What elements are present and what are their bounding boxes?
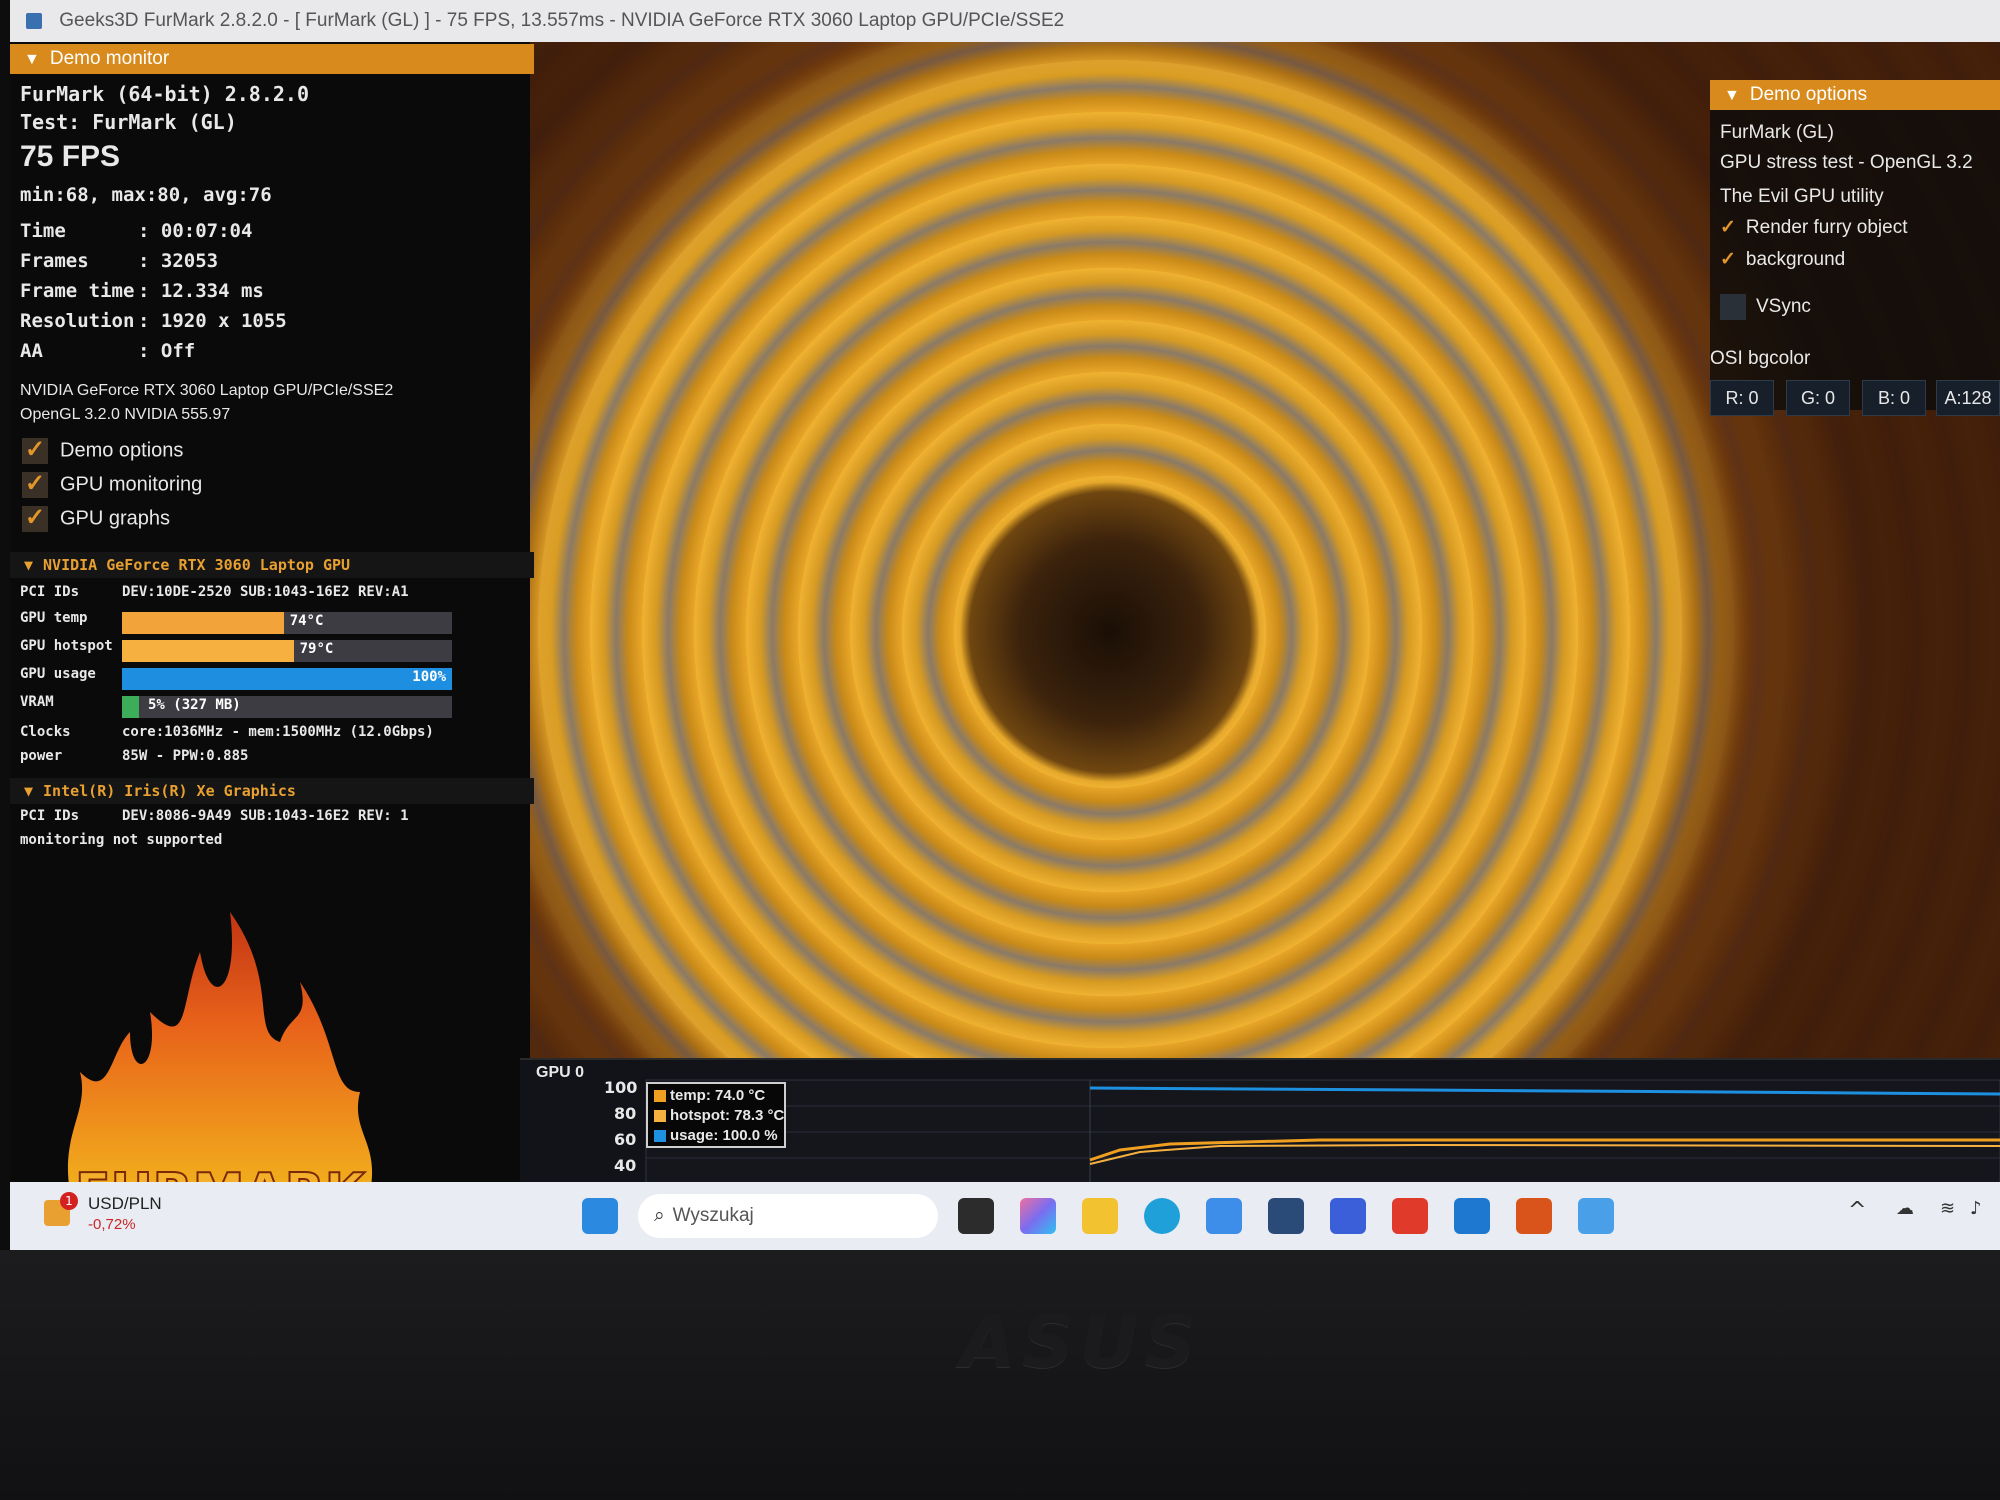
demo-tagline: The Evil GPU utility bbox=[1720, 186, 1884, 207]
collapse-triangle-icon[interactable]: ▼ bbox=[24, 45, 40, 75]
osi-green-field[interactable]: G: 0 bbox=[1786, 380, 1850, 416]
demo-name: FurMark (GL) bbox=[1720, 122, 1834, 143]
checkbox-checked-icon: ✓ bbox=[1720, 217, 1736, 238]
checkbox-checked-icon bbox=[22, 503, 48, 532]
volume-icon[interactable]: ♪ bbox=[1970, 1198, 1994, 1234]
file-explorer-icon[interactable] bbox=[1082, 1198, 1118, 1234]
temp-swatch bbox=[654, 1090, 666, 1103]
furmark-logo: FURMARK bbox=[67, 912, 373, 1222]
windows-start-icon[interactable] bbox=[582, 1198, 618, 1234]
app-cube-icon[interactable] bbox=[1268, 1198, 1304, 1234]
widget-badge: 1 bbox=[60, 1192, 78, 1210]
asus-brand-logo: ASUS bbox=[960, 1300, 1202, 1384]
windows-taskbar: 1 USD/PLN -0,72% ⌕ Wyszukaj ^ ☁ ≋ ♪ bbox=[10, 1182, 2000, 1250]
fps-stats: min:68, max:80, avg:76 bbox=[20, 184, 272, 206]
demo-description: GPU stress test - OpenGL 3.2 bbox=[1720, 152, 1973, 173]
gpu-temp-bar-fill bbox=[122, 612, 284, 634]
checkbox-checked-icon bbox=[22, 435, 48, 464]
gpu-usage-value: 100% bbox=[412, 669, 446, 685]
vram-value: 5% (327 MB) bbox=[148, 697, 241, 713]
store-icon[interactable] bbox=[1206, 1198, 1242, 1234]
gpu-hotspot-label: GPU hotspot bbox=[20, 638, 113, 654]
usage-swatch bbox=[654, 1130, 666, 1143]
demo-monitor-panel: ▼ Demo monitor FurMark (64-bit) 2.8.2.0 T… bbox=[10, 42, 534, 1222]
checkbox-checked-icon bbox=[22, 469, 48, 498]
intel-pci-row: PCI IDs DEV:8086-9A49 SUB:1043-16E2 REV: … bbox=[20, 808, 409, 824]
background-checkbox[interactable]: ✓ background bbox=[1720, 248, 1845, 271]
currency-widget[interactable]: 1 USD/PLN -0,72% bbox=[44, 1190, 244, 1242]
legend-hotspot: hotspot: 78.3 °C bbox=[654, 1106, 784, 1126]
gpu-usage-bar-fill bbox=[122, 668, 452, 690]
vsync-checkbox[interactable]: VSync bbox=[1720, 294, 1811, 320]
furmark-taskbar-icon[interactable] bbox=[1516, 1198, 1552, 1234]
widget-title: USD/PLN bbox=[88, 1194, 162, 1213]
legend-temp: temp: 74.0 °C bbox=[654, 1086, 778, 1106]
gpu-usage-label: GPU usage bbox=[20, 666, 96, 682]
checkbox-checked-icon: ✓ bbox=[1720, 249, 1736, 270]
active-window-icon[interactable] bbox=[1578, 1198, 1614, 1234]
gpu-hotspot-bar: 79°C bbox=[122, 640, 452, 662]
onedrive-icon[interactable]: ☁ bbox=[1896, 1198, 1920, 1234]
renderer-name: NVIDIA GeForce RTX 3060 Laptop GPU/PCIe/… bbox=[20, 382, 394, 399]
stat-frame-time: Frame time: 12.334 ms bbox=[20, 280, 264, 302]
window-title: Geeks3D FurMark 2.8.2.0 - [ FurMark (GL)… bbox=[59, 10, 1065, 31]
gpu-temp-bar: 74°C bbox=[122, 612, 452, 634]
graph-legend: temp: 74.0 °C hotspot: 78.3 °C usage: 10… bbox=[646, 1082, 786, 1148]
vram-bar: 5% (327 MB) bbox=[122, 696, 452, 718]
test-name: Test: FurMark (GL) bbox=[20, 110, 237, 134]
gpu-usage-bar: 100% bbox=[122, 668, 452, 690]
wifi-icon[interactable]: ≋ bbox=[1940, 1198, 1964, 1234]
chevron-up-icon[interactable]: ^ bbox=[1848, 1198, 1868, 1234]
stat-resolution: Resolution: 1920 x 1055 bbox=[20, 310, 287, 332]
demo-options-panel: ▼ Demo options FurMark (GL) GPU stress te… bbox=[1710, 80, 2000, 410]
app-chart-icon[interactable] bbox=[1330, 1198, 1366, 1234]
hotspot-swatch bbox=[654, 1110, 666, 1123]
collapse-triangle-icon: ▼ bbox=[24, 782, 34, 800]
collapse-triangle-icon[interactable]: ▼ bbox=[1724, 81, 1740, 111]
furmark-app-icon bbox=[26, 12, 42, 29]
legend-usage: usage: 100.0 % bbox=[654, 1126, 778, 1146]
nvidia-pci-row: PCI IDs DEV:10DE-2520 SUB:1043-16E2 REV:A… bbox=[20, 584, 409, 600]
taskbar-search-box[interactable]: ⌕ Wyszukaj bbox=[638, 1194, 938, 1238]
render-furry-checkbox[interactable]: ✓ Render furry object bbox=[1720, 216, 1908, 239]
collapse-triangle-icon: ▼ bbox=[24, 556, 34, 574]
osi-bgcolor-label: OSI bgcolor bbox=[1710, 348, 1811, 369]
vram-bar-fill bbox=[122, 696, 139, 718]
opengl-version: OpenGL 3.2.0 NVIDIA 555.97 bbox=[20, 406, 231, 423]
screen: Geeks3D FurMark 2.8.2.0 - [ FurMark (GL)… bbox=[10, 0, 2000, 1250]
gpu-hotspot-bar-fill bbox=[122, 640, 294, 662]
nvidia-gpu-header[interactable]: ▼ NVIDIA GeForce RTX 3060 Laptop GPU bbox=[10, 552, 534, 578]
vram-label: VRAM bbox=[20, 694, 54, 710]
mcafee-icon[interactable] bbox=[1392, 1198, 1428, 1234]
stat-time: Time: 00:07:04 bbox=[20, 220, 253, 242]
power-row: power 85W - PPW:0.885 bbox=[20, 748, 249, 764]
checkbox-unchecked-icon bbox=[1720, 294, 1746, 320]
stat-aa: AA: Off bbox=[20, 340, 196, 362]
widget-value: -0,72% bbox=[88, 1216, 136, 1233]
demo-monitor-header[interactable]: ▼ Demo monitor bbox=[10, 44, 534, 74]
demo-options-checkbox[interactable]: Demo options bbox=[22, 435, 183, 464]
stat-frames: Frames: 32053 bbox=[20, 250, 219, 272]
outlook-icon[interactable] bbox=[1454, 1198, 1490, 1234]
gpu-monitoring-checkbox[interactable]: GPU monitoring bbox=[22, 469, 202, 498]
gpu-temp-value: 74°C bbox=[289, 613, 324, 629]
osi-blue-field[interactable]: B: 0 bbox=[1862, 380, 1926, 416]
intel-gpu-header[interactable]: ▼ Intel(R) Iris(R) Xe Graphics bbox=[10, 778, 534, 804]
copilot-icon[interactable] bbox=[1020, 1198, 1056, 1234]
fps-value: 75 FPS bbox=[20, 140, 121, 173]
osi-alpha-field[interactable]: A:128 bbox=[1936, 380, 2000, 416]
window-titlebar[interactable]: Geeks3D FurMark 2.8.2.0 - [ FurMark (GL)… bbox=[10, 0, 2000, 42]
gpu-graphs-checkbox[interactable]: GPU graphs bbox=[22, 503, 170, 532]
osi-red-field[interactable]: R: 0 bbox=[1710, 380, 1774, 416]
demo-options-header[interactable]: ▼ Demo options bbox=[1710, 80, 2000, 110]
search-icon: ⌕ bbox=[654, 1205, 665, 1226]
gpu-temp-label: GPU temp bbox=[20, 610, 88, 626]
task-view-icon[interactable] bbox=[958, 1198, 994, 1234]
intel-monitoring-status: monitoring not supported bbox=[20, 832, 223, 848]
app-version: FurMark (64-bit) 2.8.2.0 bbox=[20, 82, 309, 106]
gpu-hotspot-value: 79°C bbox=[299, 641, 334, 657]
edge-browser-icon[interactable] bbox=[1144, 1198, 1180, 1234]
clocks-row: Clocks core:1036MHz - mem:1500MHz (12.0Gb… bbox=[20, 724, 434, 740]
